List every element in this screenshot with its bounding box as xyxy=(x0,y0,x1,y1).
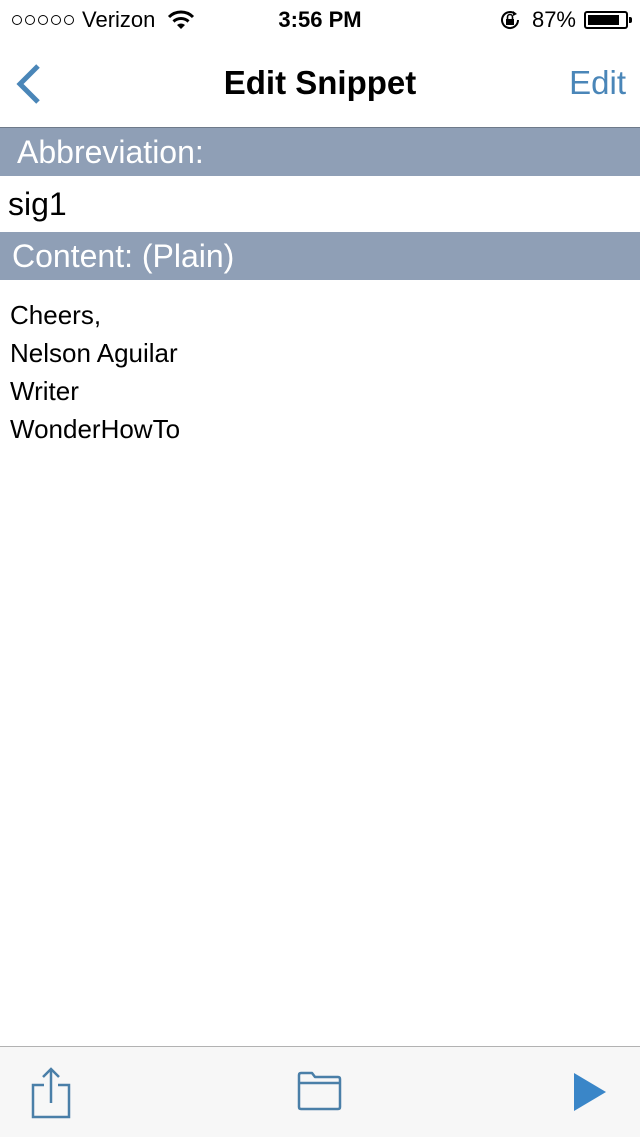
status-bar: Verizon 3:56 PM 87% xyxy=(0,0,640,40)
folder-button[interactable] xyxy=(296,1071,342,1111)
folder-icon xyxy=(297,1071,342,1111)
page-title: Edit Snippet xyxy=(223,64,417,101)
status-right: 87% xyxy=(498,7,632,32)
orientation-lock-icon xyxy=(500,11,519,29)
content-label: Content: (Plain) xyxy=(0,232,640,280)
content-textarea[interactable]: Cheers, Nelson Aguilar Writer WonderHowT… xyxy=(0,280,640,1046)
play-icon xyxy=(574,1073,606,1111)
share-icon xyxy=(31,1067,71,1119)
battery-level xyxy=(588,15,620,25)
bottom-toolbar xyxy=(0,1046,640,1137)
share-button[interactable] xyxy=(28,1065,74,1121)
content-line: WonderHowTo xyxy=(10,414,181,444)
battery-percent: 87% xyxy=(531,7,576,32)
content-line: Writer xyxy=(10,376,79,406)
content-line: Cheers, xyxy=(10,300,102,330)
play-button[interactable] xyxy=(570,1071,610,1113)
edit-button[interactable]: Edit xyxy=(569,64,626,102)
content-line: Nelson Aguilar xyxy=(10,338,178,368)
abbreviation-input[interactable] xyxy=(0,176,640,232)
navigation-bar: Edit Snippet Edit xyxy=(0,40,640,128)
battery-icon xyxy=(584,11,632,29)
abbreviation-label: Abbreviation: xyxy=(0,128,640,176)
